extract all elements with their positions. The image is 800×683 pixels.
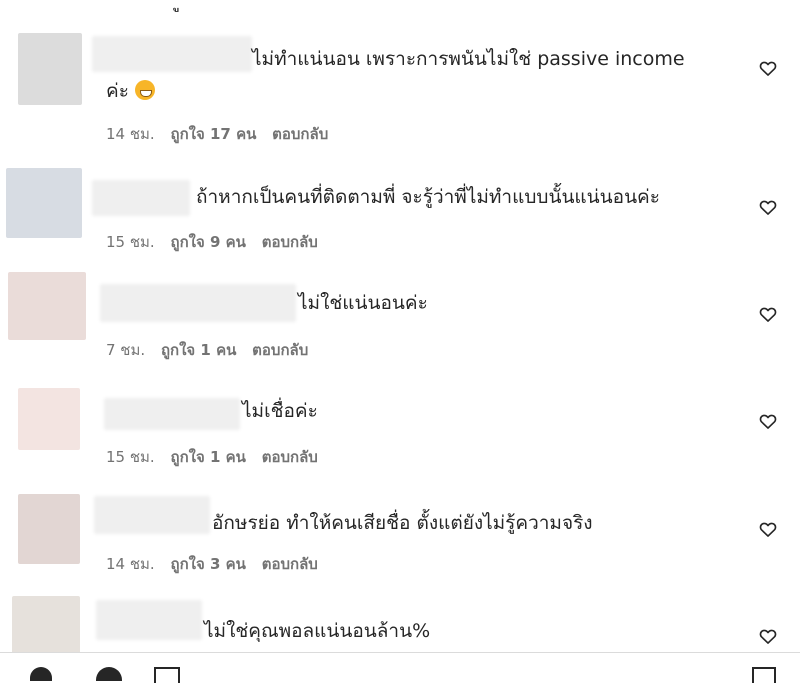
heart-outline-icon[interactable] [758,519,778,539]
likes-count[interactable]: ถูกใจ 3 คน [170,555,245,573]
heart-outline-icon[interactable] [758,58,778,78]
likes-count[interactable]: ถูกใจ 9 คน [170,233,245,251]
username-blurred[interactable] [104,398,240,430]
comment-icon[interactable] [96,667,122,681]
avatar[interactable] [18,33,82,105]
reply-button[interactable]: ตอบกลับ [262,233,318,251]
avatar[interactable] [18,388,80,450]
comment-text: ไม่ทำแน่นอน เพราะการพนันไม่ใช่ passive i… [252,48,685,70]
comment-time[interactable]: 15 ชม. [106,448,155,466]
reply-button[interactable]: ตอบกลับ [272,125,328,143]
username-blurred[interactable] [96,600,202,640]
heart-outline-icon[interactable] [758,626,778,646]
heart-outline-icon[interactable] [758,197,778,217]
comment-meta: 7 ชม. ถูกใจ 1 คน ตอบกลับ [106,338,319,362]
comment-text: ไม่ใช่แน่นอนค่ะ [298,292,428,314]
heart-outline-icon[interactable] [758,411,778,431]
avatar[interactable] [6,168,82,238]
reply-button[interactable]: ตอบกลับ [252,341,308,359]
heart-icon[interactable] [30,667,52,681]
comment-time[interactable]: 15 ชม. [106,233,155,251]
username-blurred[interactable] [100,284,296,322]
heart-outline-icon[interactable] [758,304,778,324]
comment-meta: 15 ชม. ถูกใจ 9 คน ตอบกลับ [106,230,329,254]
bottom-action-bar [0,652,800,683]
share-icon[interactable] [154,667,180,683]
comment-meta: 15 ชม. ถูกใจ 1 คน ตอบกลับ [106,445,329,469]
comment-meta: 14 ชม. ถูกใจ 3 คน ตอบกลับ [106,552,329,576]
likes-count[interactable]: ถูกใจ 17 คน [170,125,256,143]
comment-text-continued: ค่ะ [106,78,155,105]
comment-text: ถ้าหากเป็นคนที่ติดตามพี่ จะรู้ว่าพี่ไม่ท… [196,186,660,208]
username-blurred[interactable] [92,180,190,216]
avatar[interactable] [8,272,86,340]
comment-meta: 14 ชม. ถูกใจ 17 คน ตอบกลับ [106,122,339,146]
grimacing-face-emoji-icon [134,80,155,100]
comment-time[interactable]: 14 ชม. [106,125,155,143]
likes-count[interactable]: ถูกใจ 1 คน [161,341,236,359]
username-blurred[interactable] [94,496,210,534]
comment-text: อักษรย่อ ทำให้คนเสียชื่อ ตั้งแต่ยังไม่รู… [212,512,593,534]
save-icon[interactable] [752,667,776,683]
comment-text: ไม่ใช่คุณพอลแน่นอนล้าน% [204,620,431,642]
avatar[interactable] [18,494,80,564]
reply-button[interactable]: ตอบกลับ [262,555,318,573]
reply-button[interactable]: ตอบกลับ [262,448,318,466]
comment-time[interactable]: 14 ชม. [106,555,155,573]
likes-count[interactable]: ถูกใจ 1 คน [170,448,245,466]
comment-time[interactable]: 7 ชม. [106,341,145,359]
comment-text: ไม่เชื่อค่ะ [242,400,318,422]
username-blurred[interactable] [92,36,252,72]
